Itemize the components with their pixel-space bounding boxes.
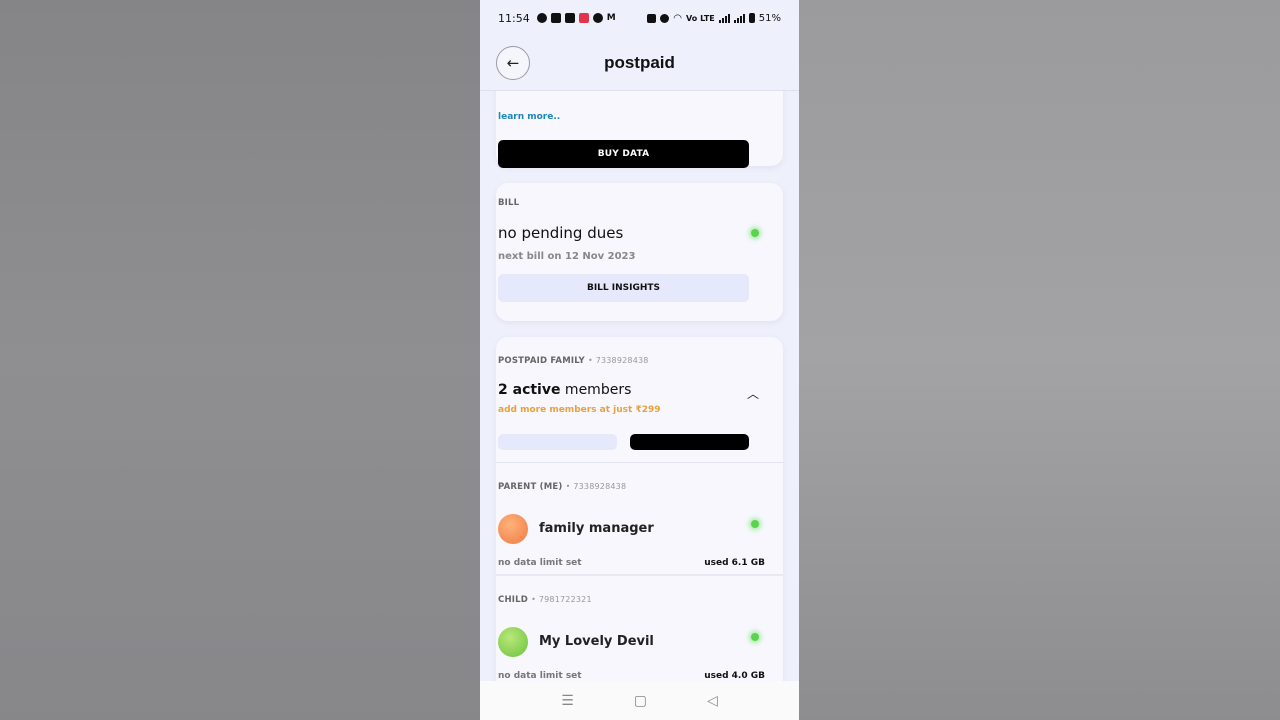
add-members-offer[interactable]: add more members at just ₹299 bbox=[498, 405, 661, 415]
app-icon bbox=[550, 13, 561, 23]
background-right bbox=[799, 0, 1280, 720]
family-label: POSTPAID FAMILY • 7338928438 bbox=[498, 356, 649, 366]
bill-status-indicator bbox=[751, 229, 759, 237]
member-status-indicator bbox=[751, 633, 759, 641]
bill-status: no pending dues bbox=[498, 224, 624, 242]
member-name[interactable]: family manager bbox=[539, 521, 654, 536]
family-label-text: POSTPAID FAMILY bbox=[498, 356, 585, 366]
member-limit: no data limit set bbox=[498, 558, 582, 568]
notification-icon bbox=[578, 13, 589, 23]
member-role-text: PARENT (ME) bbox=[498, 482, 563, 492]
member-limit: no data limit set bbox=[498, 671, 582, 681]
member-usage: used 6.1 GB bbox=[704, 558, 765, 568]
system-nav-bar: ☰ ▢ ◁ bbox=[480, 681, 799, 720]
status-right: ◠ Vo LTE 51% bbox=[647, 13, 781, 24]
member-role-text: CHILD bbox=[498, 595, 528, 605]
active-count: 2 active bbox=[498, 382, 561, 398]
divider bbox=[496, 462, 783, 463]
mail-icon: M bbox=[606, 13, 616, 23]
family-number: • 7338928438 bbox=[588, 356, 649, 365]
primary-action-button[interactable] bbox=[630, 434, 749, 450]
divider bbox=[496, 574, 783, 576]
signal-icon bbox=[718, 13, 730, 23]
member-role: CHILD • 7981722321 bbox=[498, 595, 592, 605]
bill-insights-button[interactable]: BILL INSIGHTS bbox=[498, 274, 749, 302]
home-icon[interactable]: ▢ bbox=[634, 693, 647, 709]
nfc-icon bbox=[647, 13, 657, 23]
grid-icon bbox=[564, 13, 575, 23]
secondary-action-button[interactable] bbox=[498, 434, 617, 450]
play-icon bbox=[592, 13, 603, 23]
member-name[interactable]: My Lovely Devil bbox=[539, 634, 654, 649]
page-title: postpaid bbox=[604, 53, 675, 72]
member-status-indicator bbox=[751, 520, 759, 528]
back-icon[interactable]: ◁ bbox=[707, 693, 718, 709]
chevron-up-icon[interactable]: ︿ bbox=[747, 385, 759, 402]
status-time: 11:54 bbox=[498, 11, 530, 25]
scroll-content[interactable]: learn more.. BUY DATA BILL no pending du… bbox=[480, 91, 799, 681]
alarm-icon bbox=[660, 13, 670, 23]
phone-screen: 11:54 M ◠ Vo LTE 51% ← postpaid learn mo… bbox=[480, 0, 799, 720]
menu-icon[interactable]: ☰ bbox=[561, 693, 574, 709]
member-number: • 7981722321 bbox=[531, 595, 592, 604]
network-label: Vo LTE bbox=[686, 13, 715, 23]
bill-label: BILL bbox=[498, 198, 520, 208]
wifi-icon: ◠ bbox=[673, 12, 683, 24]
member-number: • 7338928438 bbox=[565, 482, 627, 491]
chat-icon bbox=[536, 13, 547, 23]
member-usage: used 4.0 GB bbox=[704, 671, 765, 681]
signal-icon-2 bbox=[733, 13, 745, 23]
next-bill-date: next bill on 12 Nov 2023 bbox=[498, 251, 636, 262]
members-word: members bbox=[560, 382, 632, 398]
page-header: ← postpaid bbox=[480, 36, 799, 91]
background-left bbox=[0, 0, 480, 720]
status-bar: 11:54 M ◠ Vo LTE 51% bbox=[480, 0, 799, 36]
avatar bbox=[498, 627, 528, 657]
member-role: PARENT (ME) • 7338928438 bbox=[498, 482, 626, 492]
active-members: 2 active members bbox=[498, 382, 631, 398]
avatar bbox=[498, 514, 528, 544]
battery-icon bbox=[748, 13, 755, 23]
battery-percent: 51% bbox=[758, 12, 781, 24]
learn-more-link[interactable]: learn more.. bbox=[498, 112, 560, 122]
status-left: 11:54 M bbox=[498, 12, 616, 25]
buy-data-button[interactable]: BUY DATA bbox=[498, 140, 749, 168]
